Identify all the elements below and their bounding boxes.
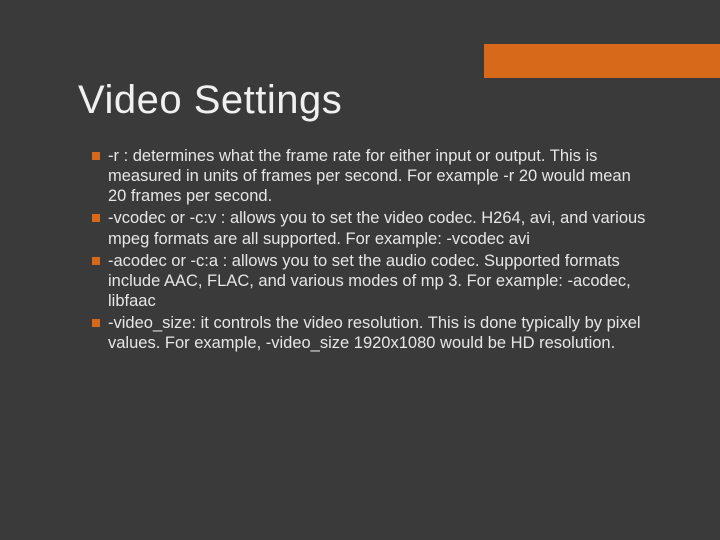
list-item: -video_size: it controls the video resol… (92, 313, 650, 353)
bullet-icon (92, 319, 100, 327)
accent-bar (484, 44, 720, 78)
list-item: -acodec or -c:a : allows you to set the … (92, 251, 650, 311)
list-item: -r : determines what the frame rate for … (92, 146, 650, 206)
bullet-text: -video_size: it controls the video resol… (108, 313, 650, 353)
bullet-text: -acodec or -c:a : allows you to set the … (108, 251, 650, 311)
bullet-icon (92, 257, 100, 265)
bullet-icon (92, 214, 100, 222)
list-item: -vcodec or -c:v : allows you to set the … (92, 208, 650, 248)
slide: Video Settings -r : determines what the … (0, 0, 720, 540)
bullet-icon (92, 152, 100, 160)
slide-title: Video Settings (78, 78, 342, 123)
bullet-text: -vcodec or -c:v : allows you to set the … (108, 208, 650, 248)
bullet-text: -r : determines what the frame rate for … (108, 146, 650, 206)
slide-body: -r : determines what the frame rate for … (92, 146, 650, 355)
